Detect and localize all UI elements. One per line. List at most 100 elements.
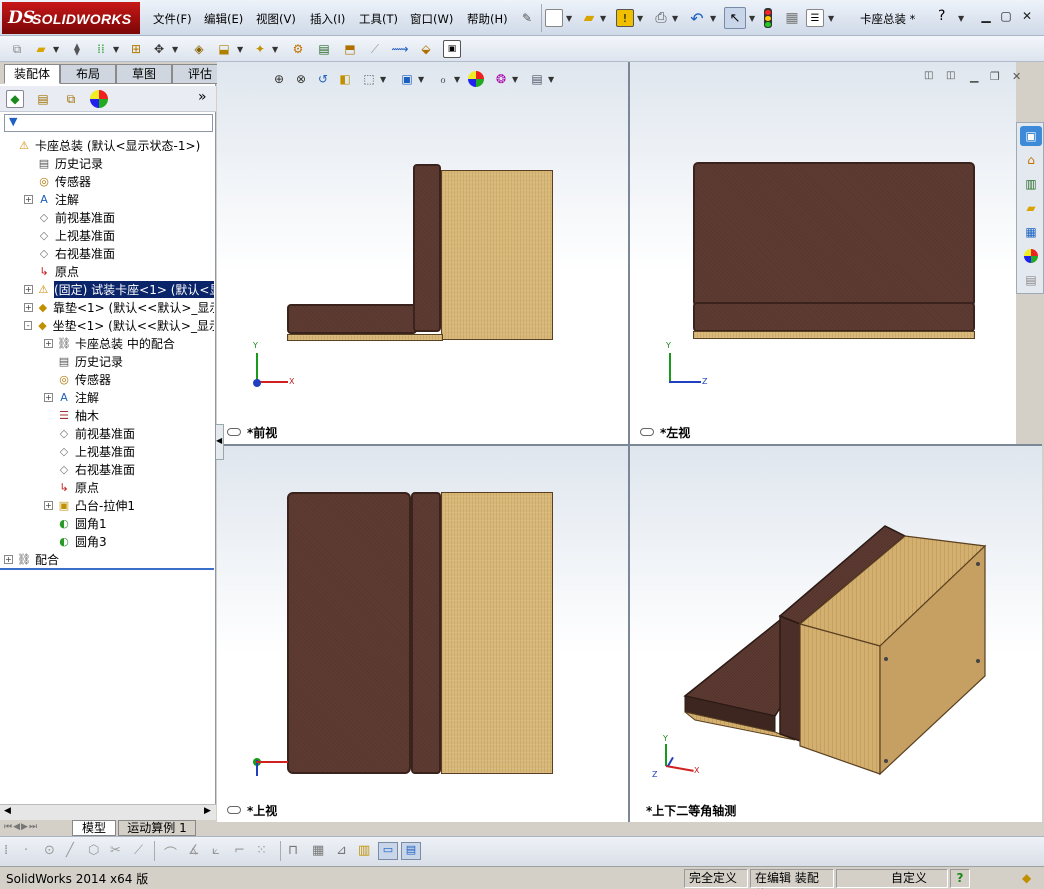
tree-item[interactable]: + A 注解	[0, 190, 214, 208]
panel-collapse-handle[interactable]: ◀	[216, 424, 224, 460]
view-palette-icon[interactable]: ▦	[1020, 222, 1042, 242]
viewport-close-icon[interactable]: ✕	[1012, 70, 1021, 83]
license-tag-icon[interactable]: ◆	[1022, 871, 1031, 885]
tree-item[interactable]: ◐ 圆角1	[0, 514, 214, 532]
chevron-down-icon[interactable]: ▼	[600, 14, 606, 23]
solidworks-logo[interactable]: DS SOLIDWORKS	[2, 2, 140, 34]
show-hidden-icon[interactable]: ◈	[190, 40, 208, 58]
move-component-icon[interactable]: ✥	[150, 40, 168, 58]
traffic-light-icon[interactable]	[764, 8, 772, 28]
tab-assembly[interactable]: 装配体	[4, 64, 60, 84]
help-icon[interactable]: ?	[938, 8, 945, 24]
tree-horizontal-scrollbar[interactable]: ◀ ▶	[0, 804, 216, 820]
expand-chevron-icon[interactable]: »	[198, 89, 207, 105]
circle-icon[interactable]: ⊙	[44, 843, 55, 858]
tree-item[interactable]: ◐ 圆角3	[0, 532, 214, 550]
link-views-icon[interactable]	[227, 806, 241, 814]
previous-view-icon[interactable]: ↺	[314, 70, 332, 88]
display-style-icon[interactable]: ▣	[398, 70, 416, 88]
expand-icon[interactable]: +	[24, 194, 33, 204]
chamfer-icon[interactable]: ∡	[188, 843, 200, 858]
tree-item[interactable]: + ⛓ 配合	[0, 550, 214, 566]
link-views-icon[interactable]	[640, 428, 654, 436]
tree-item[interactable]: ▤ 历史记录	[0, 352, 214, 370]
menu-edit[interactable]: 编辑(E)	[204, 11, 243, 27]
fillet-sketch-icon[interactable]: ⌒	[164, 843, 177, 862]
minimize-icon[interactable]: ▁	[977, 9, 995, 25]
extend-icon[interactable]: ⟋	[134, 843, 143, 858]
tab-scroll-arrows[interactable]: ⏮◀▶⏭	[4, 822, 38, 832]
undo-icon[interactable]: ↶	[688, 9, 706, 28]
expand-icon[interactable]: +	[44, 338, 53, 348]
rapid-sketch-icon[interactable]: ▥	[358, 843, 370, 858]
close-icon[interactable]: ✕	[1018, 9, 1036, 25]
tree-item[interactable]: ◇ 上视基准面	[0, 226, 214, 244]
linear-pattern-icon[interactable]: ⁞⁞	[92, 40, 110, 58]
hide-show-items-icon[interactable]: ℴ	[434, 70, 452, 88]
expand-icon[interactable]: +	[44, 392, 53, 402]
chevron-down-icon[interactable]: ▼	[418, 75, 424, 84]
expand-icon[interactable]: +	[24, 284, 33, 294]
zoom-to-fit-icon[interactable]: ⊕	[270, 70, 288, 88]
polygon-icon[interactable]: ⬡	[88, 843, 99, 858]
scroll-left-icon[interactable]: ◀	[4, 806, 11, 816]
pin-icon[interactable]: ✎	[518, 9, 536, 27]
section-view-icon[interactable]: ◧	[336, 70, 354, 88]
point-icon[interactable]: ·	[24, 843, 28, 858]
zoom-to-area-icon[interactable]: ⊗	[292, 70, 310, 88]
rebuild-warning-icon[interactable]: !	[616, 9, 634, 27]
solidworks-resources-icon[interactable]: ▣	[1020, 126, 1042, 146]
open-folder-icon[interactable]: ▰	[580, 9, 598, 27]
status-custom-units[interactable]: 自定义	[836, 869, 948, 888]
new-part-icon[interactable]: ▰	[32, 40, 50, 58]
tree-item[interactable]: + ▣ 凸台-拉伸1	[0, 496, 214, 514]
tree-item[interactable]: ◇ 上视基准面	[0, 442, 214, 460]
smart-fasteners-icon[interactable]: ⊞	[127, 40, 145, 58]
viewport-next-icon[interactable]: ◫	[946, 70, 955, 81]
tree-item[interactable]: ☰ 柚木	[0, 406, 214, 424]
tree-filter-input[interactable]: ▼	[4, 114, 213, 132]
property-manager-tab-icon[interactable]: ▤	[34, 90, 52, 108]
view-orientation-icon[interactable]: ⬚	[360, 70, 378, 88]
menu-window[interactable]: 窗口(W)	[410, 11, 453, 27]
chevron-down-icon[interactable]: ▼	[548, 75, 554, 84]
pattern-icon[interactable]: ⁙	[256, 843, 267, 858]
chevron-down-icon[interactable]: ▼	[958, 14, 964, 23]
custom-properties-icon[interactable]: ▤	[1020, 270, 1042, 290]
viewport-minimize-icon[interactable]: ▁	[970, 70, 978, 83]
sketch-layout-icon[interactable]: ▤	[401, 842, 421, 860]
tree-item[interactable]: ◇ 右视基准面	[0, 460, 214, 478]
chevron-down-icon[interactable]: ▼	[113, 45, 119, 54]
menu-tools[interactable]: 工具(T)	[359, 11, 398, 27]
grid-icon[interactable]: ▦	[312, 843, 324, 858]
chevron-down-icon[interactable]: ▼	[237, 45, 243, 54]
tab-layout[interactable]: 布局	[60, 64, 116, 84]
assembly-features-icon[interactable]: ⬓	[215, 40, 233, 58]
menu-file[interactable]: 文件(F)	[153, 11, 192, 27]
trim-icon[interactable]: ✂	[110, 843, 121, 858]
file-properties-icon[interactable]: ▦	[783, 9, 801, 27]
tab-model[interactable]: 模型	[72, 820, 116, 836]
viewport-front[interactable]: Y X *前视	[217, 62, 628, 444]
insert-component-icon[interactable]: ⧉	[8, 40, 26, 58]
tree-item[interactable]: ◎ 传感器	[0, 370, 214, 388]
link-views-icon[interactable]	[227, 428, 241, 436]
line-icon[interactable]: ╱	[66, 843, 74, 858]
expand-icon[interactable]: +	[4, 554, 13, 564]
update-speedpak-icon[interactable]: ⬙	[417, 40, 435, 58]
scroll-right-icon[interactable]: ▶	[204, 806, 211, 816]
tree-item[interactable]: + ⚠ (固定) 试装卡座<1> (默认<显	[0, 280, 214, 298]
tree-item[interactable]: ◎ 传感器	[0, 172, 214, 190]
explode-line-icon[interactable]: ⟋	[366, 40, 384, 58]
chevron-down-icon[interactable]: ▼	[172, 45, 178, 54]
status-help-icon[interactable]: ?	[950, 869, 970, 888]
viewport-prev-icon[interactable]: ◫	[924, 70, 933, 81]
expand-icon[interactable]: +	[24, 302, 33, 312]
viewport-left[interactable]: Y Z *左视	[630, 62, 1016, 444]
view-settings-icon[interactable]: ▤	[528, 70, 546, 88]
chevron-down-icon[interactable]: ▼	[380, 75, 386, 84]
viewport-splitter-horizontal[interactable]	[217, 444, 1042, 446]
edit-appearance-icon[interactable]	[468, 71, 484, 87]
chevron-down-icon[interactable]: ▼	[566, 14, 572, 23]
print-icon[interactable]: ⎙	[652, 9, 670, 27]
